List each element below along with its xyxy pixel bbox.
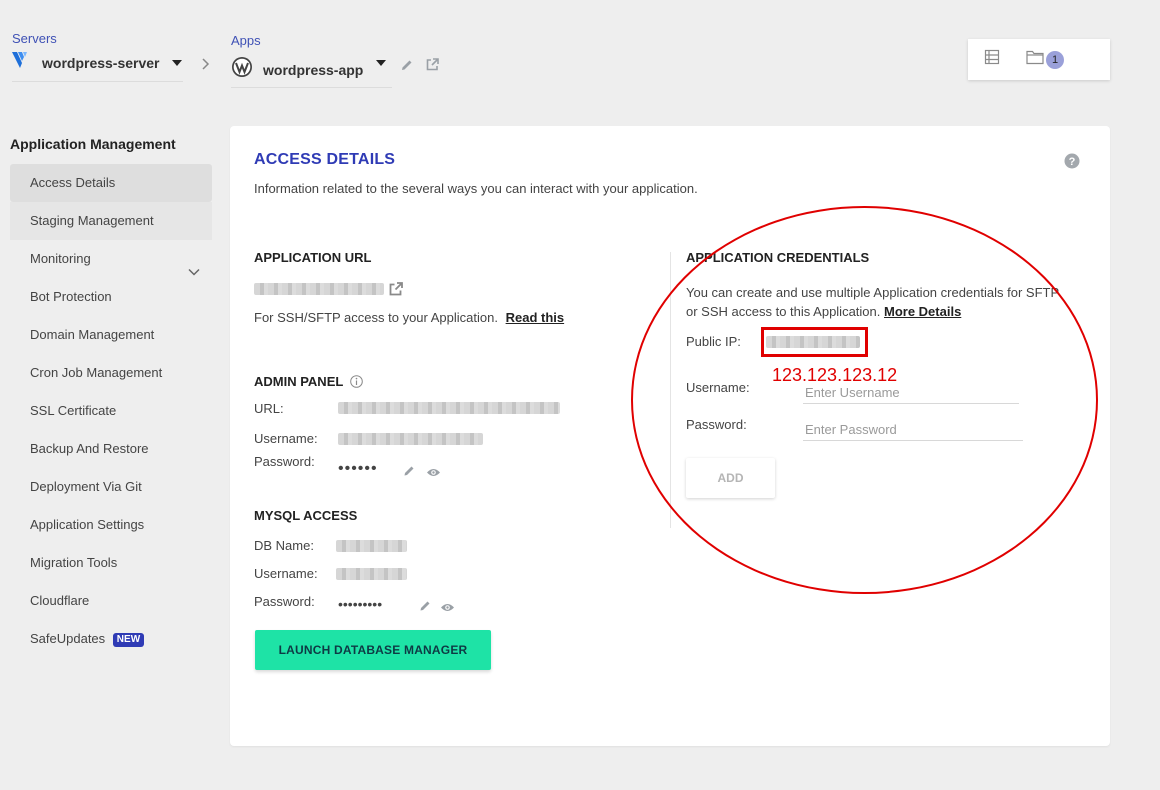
external-link-icon[interactable] xyxy=(388,281,404,302)
sidebar-item-label: Application Settings xyxy=(30,517,145,532)
ssh-info-label: For SSH/SFTP access to your Application. xyxy=(254,310,498,325)
server-breadcrumb: Servers wordpress-server xyxy=(12,31,183,82)
chevron-right-icon xyxy=(200,57,210,76)
sidebar-item-cloudflare[interactable]: Cloudflare xyxy=(10,582,212,620)
app-selector[interactable]: wordpress-app xyxy=(231,56,392,88)
folder-icon xyxy=(1026,49,1044,70)
add-credentials-button[interactable]: ADD xyxy=(686,458,775,498)
password-input[interactable] xyxy=(803,419,1023,441)
notification-count-badge: 1 xyxy=(1046,50,1064,69)
external-link-icon[interactable] xyxy=(425,57,440,77)
eye-icon[interactable] xyxy=(426,465,441,483)
sidebar-item-safeupdates[interactable]: SafeUpdates NEW xyxy=(10,620,212,658)
column-divider xyxy=(670,252,671,528)
sidebar-item-deployment-via-git[interactable]: Deployment Via Git xyxy=(10,468,212,506)
sidebar-item-label: Cloudflare xyxy=(30,593,90,608)
sidebar-item-cron-job-management[interactable]: Cron Job Management xyxy=(10,354,212,392)
info-icon[interactable] xyxy=(349,375,363,391)
sidebar-item-label: Backup And Restore xyxy=(30,441,149,456)
cred-password-label: Password: xyxy=(686,417,747,432)
db-username-value xyxy=(336,568,407,580)
wordpress-logo-icon xyxy=(231,56,253,83)
sidebar: Application Management Access Details St… xyxy=(0,134,212,658)
edit-pencil-icon[interactable] xyxy=(400,58,414,77)
db-name-value xyxy=(336,540,407,552)
sidebar-item-access-details[interactable]: Access Details xyxy=(10,164,212,202)
sidebar-item-label: Cron Job Management xyxy=(30,365,163,380)
admin-username-value xyxy=(338,433,483,445)
admin-panel-title-text: ADMIN PANEL xyxy=(254,374,344,389)
svg-text:?: ? xyxy=(1069,156,1076,168)
credentials-desc-line1: You can create and use multiple Applicat… xyxy=(686,285,1060,300)
admin-url-label: URL: xyxy=(254,401,284,416)
app-breadcrumb: Apps wordpress-app xyxy=(231,33,392,88)
launch-database-manager-button[interactable]: LAUNCH DATABASE MANAGER xyxy=(255,630,491,670)
admin-password-label: Password: xyxy=(254,454,315,469)
list-view-icon[interactable] xyxy=(984,49,1000,70)
sidebar-item-monitoring[interactable]: Monitoring xyxy=(10,240,212,278)
sidebar-item-staging-management[interactable]: Staging Management xyxy=(10,202,212,240)
public-ip-label: Public IP: xyxy=(686,334,741,349)
admin-panel-title: ADMIN PANEL xyxy=(254,374,363,391)
sidebar-item-label: SSL Certificate xyxy=(30,403,117,418)
db-name-label: DB Name: xyxy=(254,538,314,553)
vultr-logo-icon xyxy=(12,52,32,73)
application-url-value[interactable] xyxy=(254,283,384,295)
edit-pencil-icon[interactable] xyxy=(403,464,416,482)
db-password-label: Password: xyxy=(254,594,315,609)
top-right-toolbar: 1 xyxy=(968,39,1110,80)
ssh-info-text: For SSH/SFTP access to your Application.… xyxy=(254,310,564,325)
sidebar-item-label: Access Details xyxy=(30,175,116,190)
sidebar-item-label: Staging Management xyxy=(30,213,154,228)
sidebar-item-backup-and-restore[interactable]: Backup And Restore xyxy=(10,430,212,468)
sidebar-item-label: Bot Protection xyxy=(30,289,112,304)
page-subtitle: Information related to the several ways … xyxy=(254,181,698,196)
sidebar-item-label: Deployment Via Git xyxy=(30,479,142,494)
sidebar-item-ssl-certificate[interactable]: SSL Certificate xyxy=(10,392,212,430)
credentials-description: You can create and use multiple Applicat… xyxy=(686,283,1059,321)
access-details-card: ACCESS DETAILS Information related to th… xyxy=(230,126,1110,746)
sidebar-item-label: Monitoring xyxy=(30,251,91,266)
read-this-link[interactable]: Read this xyxy=(506,310,565,325)
admin-password-value: •••••• xyxy=(338,460,378,477)
public-ip-value[interactable] xyxy=(766,336,860,348)
edit-pencil-icon[interactable] xyxy=(419,599,432,617)
admin-url-value[interactable] xyxy=(338,402,560,414)
sidebar-item-label: Domain Management xyxy=(30,327,155,342)
page-title: ACCESS DETAILS xyxy=(254,151,396,168)
annotation-ip-text: 123.123.123.12 xyxy=(772,365,898,385)
db-username-label: Username: xyxy=(254,566,318,581)
sidebar-item-migration-tools[interactable]: Migration Tools xyxy=(10,544,212,582)
more-details-link[interactable]: More Details xyxy=(884,304,961,319)
sidebar-title: Application Management xyxy=(10,136,176,152)
servers-link[interactable]: Servers xyxy=(12,31,183,46)
credentials-desc-text: or SSH access to this Application. xyxy=(686,304,881,319)
sidebar-item-domain-management[interactable]: Domain Management xyxy=(10,316,212,354)
folder-notifications[interactable]: 1 xyxy=(1026,49,1064,70)
app-name: wordpress-app xyxy=(263,61,364,78)
application-url-title: APPLICATION URL xyxy=(254,250,372,265)
application-credentials-title: APPLICATION CREDENTIALS xyxy=(686,250,870,265)
server-selector[interactable]: wordpress-server xyxy=(12,52,183,82)
admin-username-label: Username: xyxy=(254,431,318,446)
mysql-access-title: MYSQL ACCESS xyxy=(254,508,358,523)
sidebar-item-label: SafeUpdates xyxy=(30,631,106,646)
sidebar-item-application-settings[interactable]: Application Settings xyxy=(10,506,212,544)
cred-username-label: Username: xyxy=(686,380,750,395)
db-password-value: ••••••••• xyxy=(338,596,383,612)
credentials-desc-line2: or SSH access to this Application. More … xyxy=(686,302,1059,321)
eye-icon[interactable] xyxy=(440,600,455,618)
app-dropdown-caret-icon[interactable] xyxy=(376,60,386,66)
help-icon[interactable]: ? xyxy=(1064,153,1080,174)
sidebar-item-label: Migration Tools xyxy=(30,555,118,570)
server-name: wordpress-server xyxy=(42,54,160,71)
new-badge: NEW xyxy=(112,633,145,647)
server-dropdown-caret-icon[interactable] xyxy=(171,59,182,66)
apps-link[interactable]: Apps xyxy=(231,33,392,48)
sidebar-item-bot-protection[interactable]: Bot Protection xyxy=(10,278,212,316)
